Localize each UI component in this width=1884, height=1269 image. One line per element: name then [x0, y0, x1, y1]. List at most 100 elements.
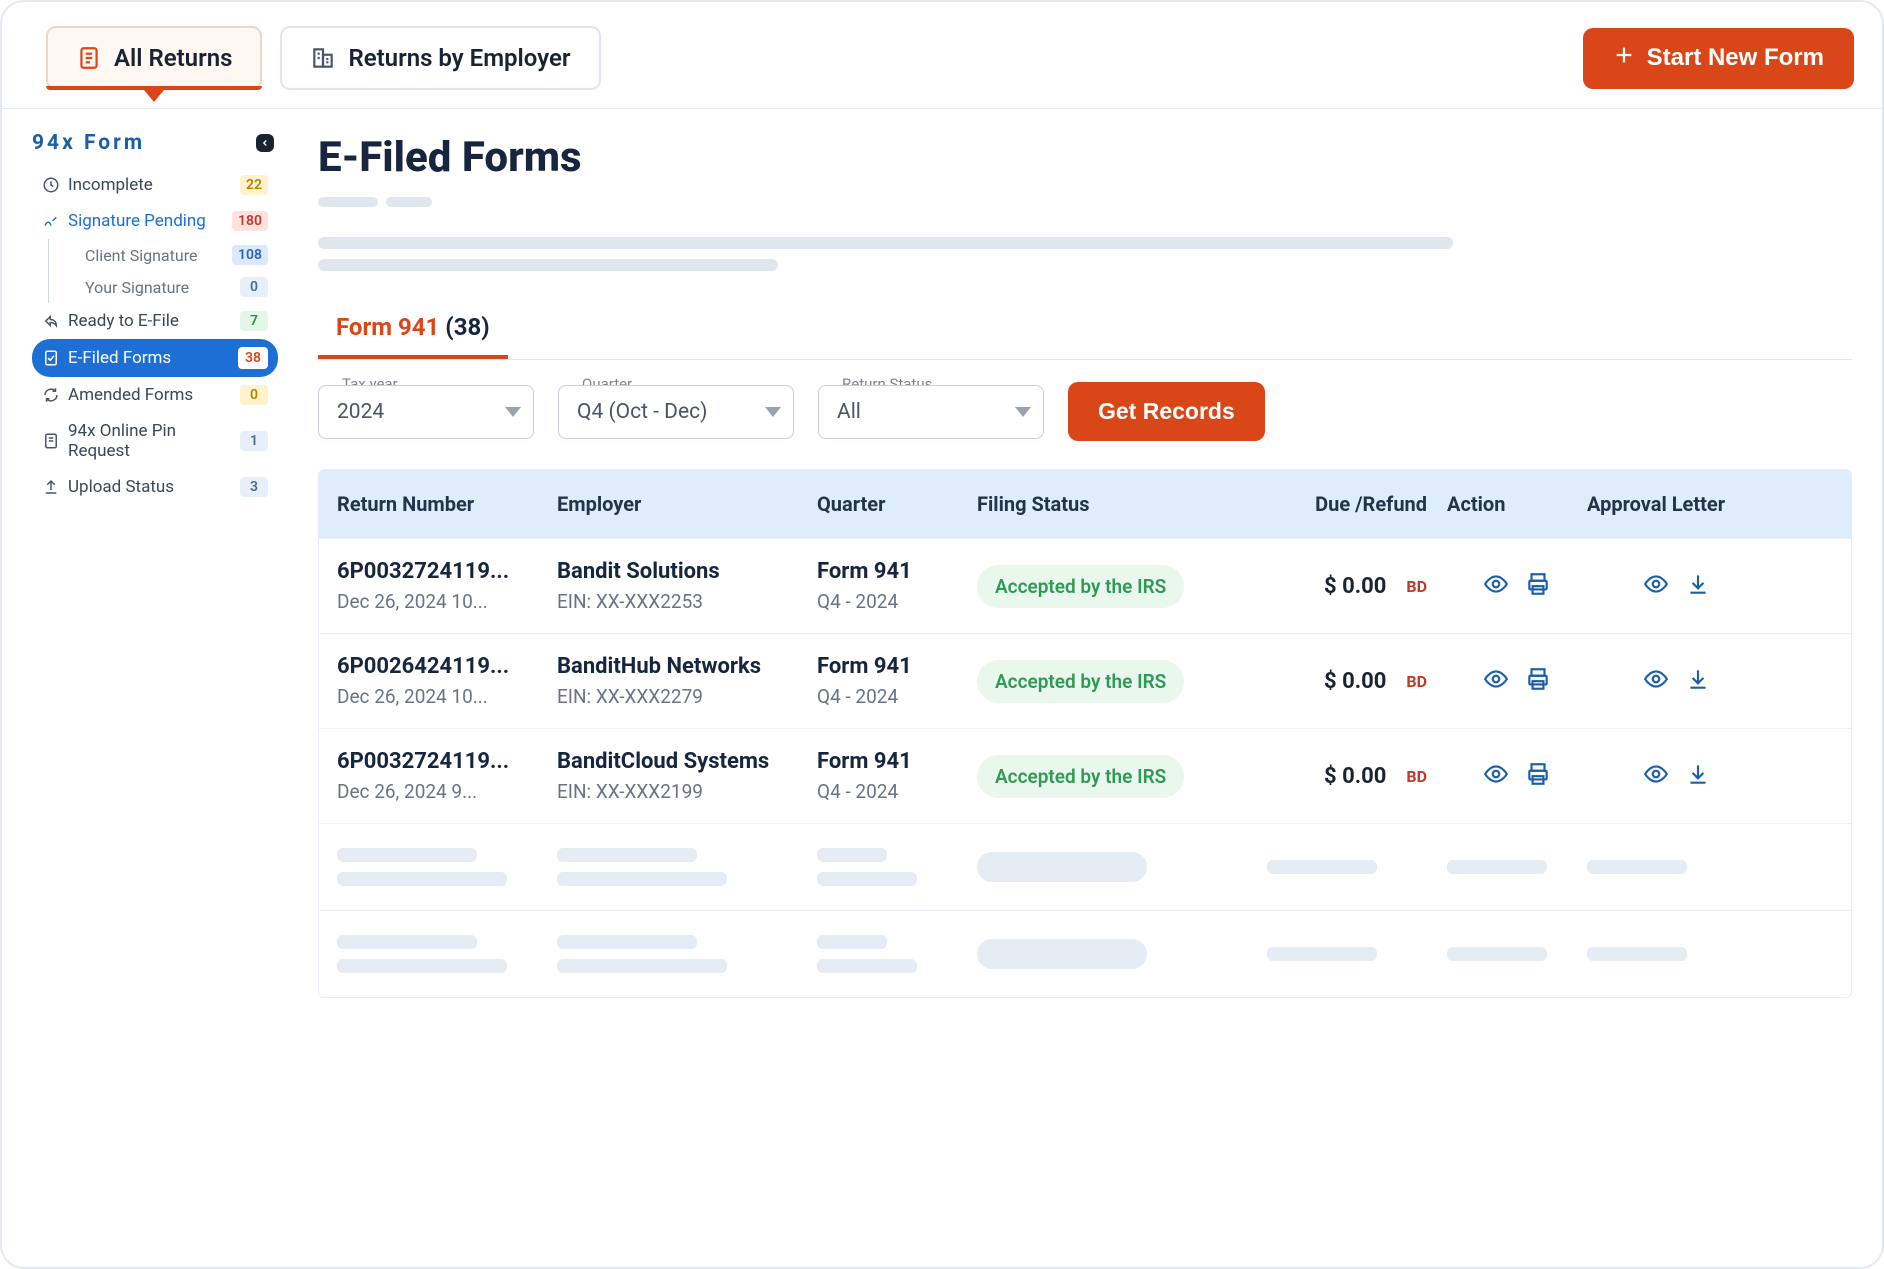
sidebar-item-pin-request[interactable]: 94x Online Pin Request 1 [32, 413, 278, 469]
tab-label: All Returns [114, 44, 232, 72]
employer-ein: EIN: XX-XXX2253 [557, 590, 817, 613]
col-action: Action [1447, 492, 1587, 516]
sidebar-title: 94x Form [32, 131, 278, 155]
col-employer: Employer [557, 492, 817, 516]
form-name: Form 941 [817, 654, 977, 679]
view-icon[interactable] [1483, 666, 1509, 697]
return-number: 6P0032724119... [337, 749, 557, 774]
form-tabs: Form 941 (38) [318, 297, 1852, 360]
skeleton-row [319, 823, 1851, 910]
bd-tag: BD [1406, 577, 1427, 596]
table-row: 6P0032724119... Dec 26, 2024 9... Bandit… [319, 728, 1851, 823]
print-icon[interactable] [1525, 761, 1551, 792]
sidebar-item-incomplete[interactable]: Incomplete 22 [32, 167, 278, 203]
get-records-button[interactable]: Get Records [1068, 382, 1265, 441]
document-icon [76, 45, 102, 71]
skeleton-row [319, 910, 1851, 997]
due-amount: $ 0.00 [1324, 669, 1386, 694]
col-due-refund: Due /Refund [1267, 492, 1447, 516]
view-icon[interactable] [1643, 571, 1669, 602]
employer-ein: EIN: XX-XXX2199 [557, 780, 817, 803]
return-number: 6P0026424119... [337, 654, 557, 679]
plus-icon [1613, 44, 1635, 73]
col-approval-letter: Approval Letter [1587, 492, 1767, 516]
status-badge: Accepted by the IRS [977, 755, 1184, 798]
col-quarter: Quarter [817, 492, 977, 516]
table-row: 6P0026424119... Dec 26, 2024 10... Bandi… [319, 633, 1851, 728]
button-label: Start New Form [1647, 44, 1824, 72]
form-period: Q4 - 2024 [817, 685, 977, 708]
badge-count: 0 [240, 277, 268, 297]
page-title: E-Filed Forms [318, 133, 1852, 182]
sidebar-item-amended-forms[interactable]: Amended Forms 0 [32, 377, 278, 413]
sidebar-item-signature-pending[interactable]: Signature Pending 180 [32, 203, 278, 239]
badge-count: 180 [232, 211, 268, 231]
start-new-form-button[interactable]: Start New Form [1583, 28, 1854, 89]
topbar: All Returns Returns by Employer Start Ne… [2, 2, 1882, 109]
tab-all-returns[interactable]: All Returns [46, 26, 262, 90]
main-content: E-Filed Forms Form 941 (38) Tax year 202… [288, 109, 1882, 998]
tax-year-select[interactable]: 2024 [318, 385, 534, 439]
sidebar-item-upload-status[interactable]: Upload Status 3 [32, 469, 278, 505]
badge-count: 1 [240, 431, 268, 451]
building-icon [310, 45, 336, 71]
print-icon[interactable] [1525, 666, 1551, 697]
tab-returns-by-employer[interactable]: Returns by Employer [280, 26, 600, 90]
clock-icon [42, 176, 60, 194]
refresh-icon [42, 386, 60, 404]
upload-icon [42, 478, 60, 496]
badge-count: 0 [240, 385, 268, 405]
form-name: Form 941 [817, 559, 977, 584]
col-return-number: Return Number [337, 492, 557, 516]
tab-label: Returns by Employer [348, 44, 570, 72]
badge-count: 3 [240, 477, 268, 497]
download-icon[interactable] [1685, 666, 1711, 697]
bd-tag: BD [1406, 672, 1427, 691]
view-icon[interactable] [1643, 761, 1669, 792]
quarter-select[interactable]: Q4 (Oct - Dec) [558, 385, 794, 439]
view-icon[interactable] [1643, 666, 1669, 697]
document-icon [42, 432, 60, 450]
form-period: Q4 - 2024 [817, 590, 977, 613]
share-icon [42, 312, 60, 330]
return-datetime: Dec 26, 2024 10... [337, 590, 557, 613]
sidebar-item-efiled-forms[interactable]: E-Filed Forms 38 [32, 339, 278, 377]
employer-name: BanditHub Networks [557, 654, 817, 679]
return-status-select[interactable]: All [818, 385, 1044, 439]
placeholder-decoration [318, 192, 1852, 271]
sidebar: 94x Form Incomplete 22 Signature Pending… [2, 109, 288, 998]
return-datetime: Dec 26, 2024 10... [337, 685, 557, 708]
due-amount: $ 0.00 [1324, 764, 1386, 789]
view-icon[interactable] [1483, 571, 1509, 602]
badge-count: 7 [240, 311, 268, 331]
print-icon[interactable] [1525, 571, 1551, 602]
view-icon[interactable] [1483, 761, 1509, 792]
sidebar-item-your-signature[interactable]: Your Signature 0 [75, 271, 278, 303]
badge-count: 38 [238, 347, 268, 369]
form-period: Q4 - 2024 [817, 780, 977, 803]
status-badge: Accepted by the IRS [977, 565, 1184, 608]
sidebar-item-ready-to-efile[interactable]: Ready to E-File 7 [32, 303, 278, 339]
return-datetime: Dec 26, 2024 9... [337, 780, 557, 803]
chevron-down-icon [505, 407, 521, 417]
sidebar-item-client-signature[interactable]: Client Signature 108 [75, 239, 278, 271]
chevron-down-icon [765, 407, 781, 417]
sidebar-collapse-button[interactable] [256, 134, 274, 152]
download-icon[interactable] [1685, 571, 1711, 602]
return-number: 6P0032724119... [337, 559, 557, 584]
due-amount: $ 0.00 [1324, 574, 1386, 599]
employer-name: Bandit Solutions [557, 559, 817, 584]
status-badge: Accepted by the IRS [977, 660, 1184, 703]
table-row: 6P0032724119... Dec 26, 2024 10... Bandi… [319, 538, 1851, 633]
employer-ein: EIN: XX-XXX2279 [557, 685, 817, 708]
bd-tag: BD [1406, 767, 1427, 786]
badge-count: 108 [232, 245, 268, 265]
download-icon[interactable] [1685, 761, 1711, 792]
col-filing-status: Filing Status [977, 492, 1267, 516]
document-check-icon [42, 349, 60, 367]
employer-name: BanditCloud Systems [557, 749, 817, 774]
results-table: Return Number Employer Quarter Filing St… [318, 469, 1852, 998]
form-name: Form 941 [817, 749, 977, 774]
tab-form-941[interactable]: Form 941 (38) [318, 297, 508, 359]
chevron-down-icon [1015, 407, 1031, 417]
